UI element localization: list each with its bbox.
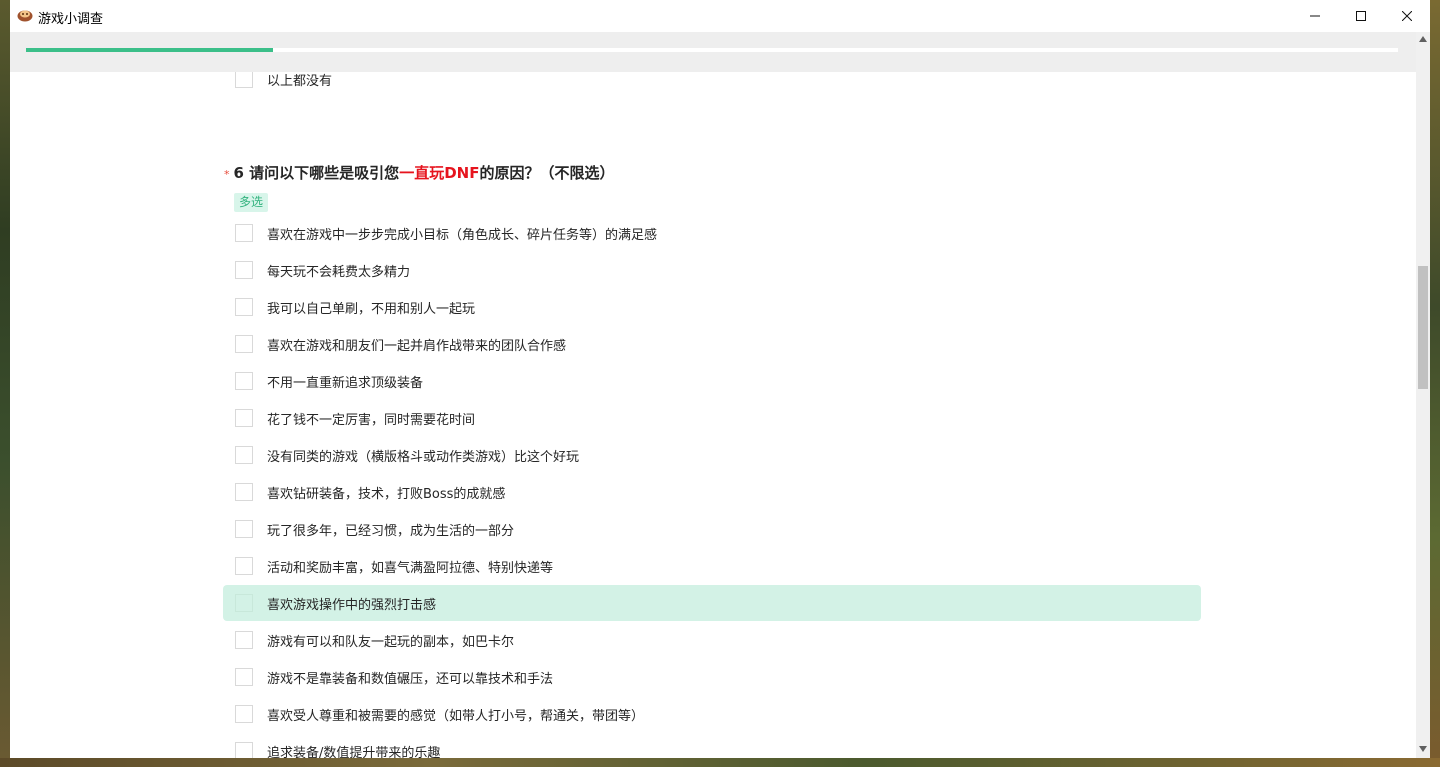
required-mark: *: [224, 168, 230, 181]
option-2[interactable]: 每天玩不会耗费太多精力: [223, 252, 1201, 288]
option-7[interactable]: 没有同类的游戏（横版格斗或动作类游戏）比这个好玩: [223, 437, 1201, 473]
option-5[interactable]: 不用一直重新追求顶级装备: [223, 363, 1201, 399]
checkbox[interactable]: [235, 594, 253, 612]
option-label: 玩了很多年，已经习惯，成为生活的一部分: [267, 524, 515, 539]
checkbox[interactable]: [235, 335, 253, 353]
option-label: 喜欢在游戏中一步步完成小目标（角色成长、碎片任务等）的满足感: [267, 228, 658, 243]
option-label: 花了钱不一定厉害，同时需要花时间: [267, 413, 476, 428]
progress-track: [26, 48, 1398, 52]
checkbox[interactable]: [235, 557, 253, 575]
close-icon: [1402, 11, 1412, 21]
option-label: 活动和奖励丰富，如喜气满盈阿拉德、特别快递等: [267, 561, 554, 576]
scroll-up-button[interactable]: [1416, 32, 1430, 46]
multi-select-tag: 多选: [234, 193, 269, 212]
checkbox[interactable]: [235, 446, 253, 464]
checkbox[interactable]: [235, 224, 253, 242]
chevron-up-icon: [1419, 36, 1427, 42]
question-text-before: 请问以下哪些是吸引您: [249, 164, 400, 182]
question-text-highlight: 一直玩DNF: [399, 164, 480, 182]
option-label: 喜欢受人尊重和被需要的感觉（如带人打小号，帮通关，带团等）: [267, 709, 645, 724]
checkbox[interactable]: [235, 705, 253, 723]
checkbox[interactable]: [235, 668, 253, 686]
option-15[interactable]: 追求装备/数值提升带来的乐趣: [223, 733, 1201, 758]
option-label: 没有同类的游戏（横版格斗或动作类游戏）比这个好玩: [267, 450, 580, 465]
checkbox[interactable]: [235, 372, 253, 390]
option-8[interactable]: 喜欢钻研装备，技术，打败Boss的成就感: [223, 474, 1201, 510]
option-label: 追求装备/数值提升带来的乐趣: [267, 746, 441, 758]
maximize-icon: [1356, 11, 1366, 21]
option-10[interactable]: 活动和奖励丰富，如喜气满盈阿拉德、特别快递等: [223, 548, 1201, 584]
vertical-scrollbar[interactable]: [1416, 32, 1430, 758]
scroll-down-button[interactable]: [1416, 742, 1430, 756]
option-9[interactable]: 玩了很多年，已经习惯，成为生活的一部分: [223, 511, 1201, 547]
checkbox[interactable]: [235, 483, 253, 501]
survey-window: 游戏小调查 以上都没有 * 6 请问以下哪些是吸引您一直玩DNF的原因？（不限选）…: [10, 0, 1430, 758]
option-label: 喜欢游戏操作中的强烈打击感: [267, 598, 437, 613]
game-app-icon: [17, 10, 33, 22]
option-4[interactable]: 喜欢在游戏和朋友们一起并肩作战带来的团队合作感: [223, 326, 1201, 362]
option-label: 喜欢在游戏和朋友们一起并肩作战带来的团队合作感: [267, 339, 567, 354]
option-1[interactable]: 喜欢在游戏中一步步完成小目标（角色成长、碎片任务等）的满足感: [223, 215, 1201, 251]
checkbox[interactable]: [235, 298, 253, 316]
scroll-thumb[interactable]: [1418, 266, 1428, 389]
option-11[interactable]: 喜欢游戏操作中的强烈打击感: [223, 585, 1201, 621]
option-label: 不用一直重新追求顶级装备: [267, 376, 424, 391]
option-none-of-above[interactable]: 以上都没有: [223, 72, 1201, 97]
checkbox[interactable]: [235, 520, 253, 538]
progress-fill: [26, 48, 273, 52]
option-label: 喜欢钻研装备，技术，打败Boss的成就感: [267, 487, 506, 502]
option-3[interactable]: 我可以自己单刷，不用和别人一起玩: [223, 289, 1201, 325]
option-14[interactable]: 喜欢受人尊重和被需要的感觉（如带人打小号，帮通关，带团等）: [223, 696, 1201, 732]
question-number: 6: [233, 164, 244, 182]
background-bottom-edge: [0, 758, 1440, 767]
option-label: 以上都没有: [267, 74, 333, 89]
checkbox[interactable]: [235, 72, 253, 88]
checkbox[interactable]: [235, 742, 253, 758]
option-label: 每天玩不会耗费太多精力: [267, 265, 411, 280]
title-bar: 游戏小调查: [10, 0, 1430, 32]
close-button[interactable]: [1384, 0, 1430, 32]
question-title: * 6 请问以下哪些是吸引您一直玩DNF的原因？（不限选）: [224, 162, 614, 183]
checkbox[interactable]: [235, 261, 253, 279]
checkbox[interactable]: [235, 409, 253, 427]
window-title: 游戏小调查: [38, 12, 104, 27]
survey-content: 以上都没有 * 6 请问以下哪些是吸引您一直玩DNF的原因？（不限选） 多选 喜欢…: [10, 72, 1416, 758]
minimize-button[interactable]: [1292, 0, 1338, 32]
checkbox[interactable]: [235, 631, 253, 649]
minimize-icon: [1310, 15, 1320, 17]
option-label: 游戏不是靠装备和数值碾压，还可以靠技术和手法: [267, 672, 554, 687]
option-6[interactable]: 花了钱不一定厉害，同时需要花时间: [223, 400, 1201, 436]
option-12[interactable]: 游戏有可以和队友一起玩的副本，如巴卡尔: [223, 622, 1201, 658]
option-label: 我可以自己单刷，不用和别人一起玩: [267, 302, 476, 317]
question-text-after: 的原因？（不限选）: [479, 164, 615, 182]
progress-area: [10, 32, 1416, 72]
maximize-button[interactable]: [1338, 0, 1384, 32]
option-13[interactable]: 游戏不是靠装备和数值碾压，还可以靠技术和手法: [223, 659, 1201, 695]
background-right-edge: [1430, 0, 1440, 767]
background-left-edge: [0, 0, 10, 767]
chevron-down-icon: [1419, 746, 1427, 752]
option-label: 游戏有可以和队友一起玩的副本，如巴卡尔: [267, 635, 515, 650]
